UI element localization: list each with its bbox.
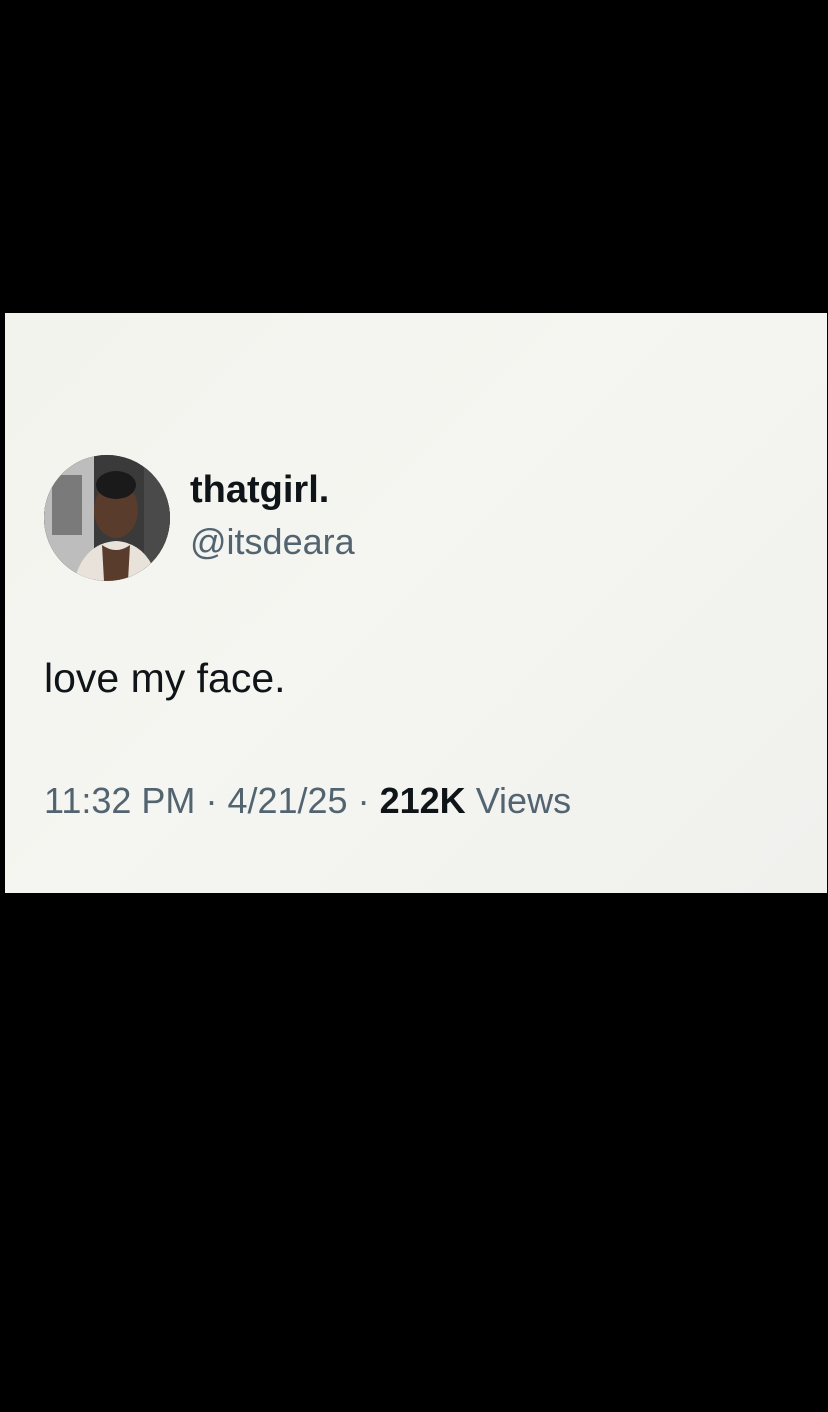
- avatar-image: [44, 455, 170, 581]
- display-name[interactable]: thatgirl.: [190, 468, 329, 512]
- tweet-text: love my face.: [44, 655, 286, 701]
- views-count[interactable]: 212K: [380, 780, 466, 821]
- tweet-time[interactable]: 11:32 PM: [44, 780, 195, 821]
- user-handle[interactable]: @itsdeara: [190, 520, 355, 564]
- tweet-date[interactable]: 4/21/25: [227, 780, 347, 821]
- meta-separator: ·: [205, 780, 218, 821]
- meta-separator: ·: [357, 780, 370, 821]
- views-label: Views: [475, 780, 572, 821]
- tweet-card: thatgirl. @itsdeara love my face. 11:32 …: [5, 313, 827, 893]
- avatar[interactable]: [44, 455, 170, 581]
- screen: thatgirl. @itsdeara love my face. 11:32 …: [0, 0, 828, 1412]
- tweet-meta: 11:32 PM · 4/21/25 · 212K Views: [44, 779, 571, 823]
